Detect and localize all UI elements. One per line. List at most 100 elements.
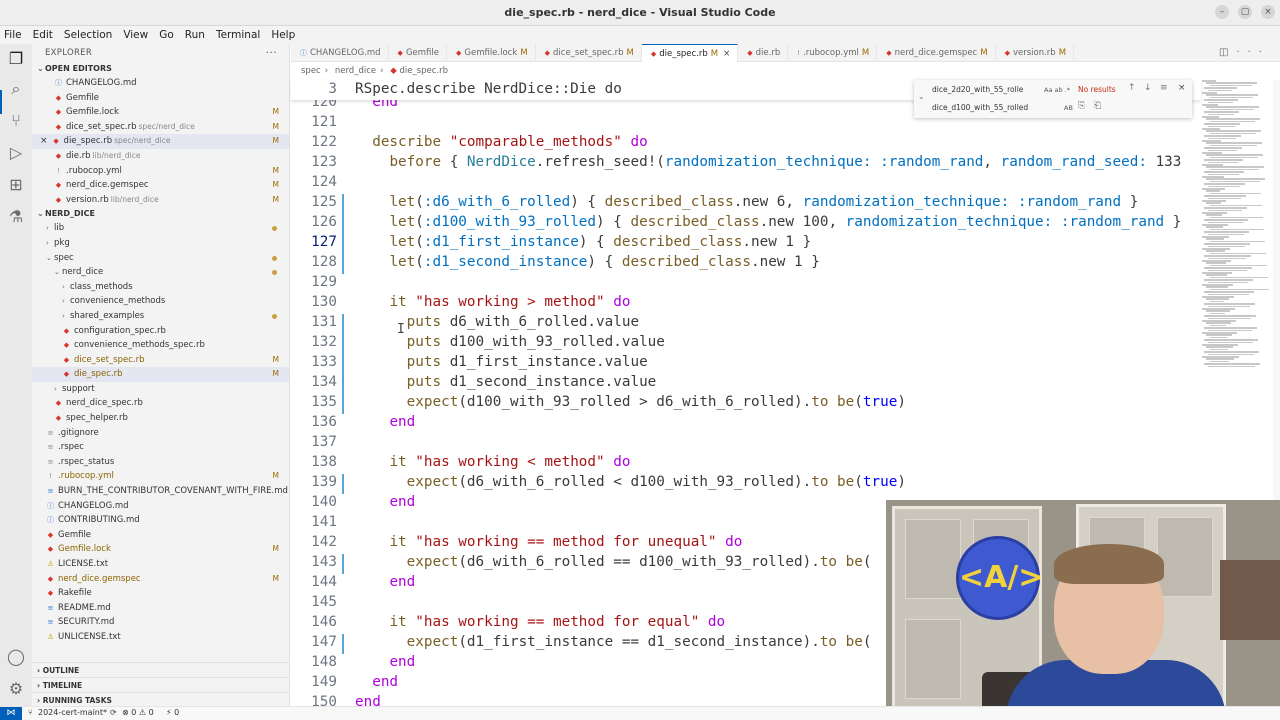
- project-header[interactable]: ⌄NERD_DICE: [32, 207, 289, 221]
- file-item[interactable]: ≡ .rspec_status: [32, 455, 289, 470]
- menu-terminal[interactable]: Terminal: [216, 29, 260, 41]
- file-item[interactable]: ≡ README.md: [32, 601, 289, 616]
- tab-nerd-dice-gemspec[interactable]: ◆ nerd_dice.gemspec M: [877, 44, 996, 62]
- open-editor-item[interactable]: ◆ version.rb lib/nerd_dice M: [32, 193, 289, 208]
- open-editor-item[interactable]: ◆ nerd_dice.gemspec M: [32, 178, 289, 193]
- file-item[interactable]: ♙ LICENSE.txt: [32, 557, 289, 572]
- minimap[interactable]: [1202, 80, 1272, 380]
- replace-input[interactable]: dice_d100_with_55_rolled: [930, 101, 1076, 115]
- minimap-line: [1204, 171, 1244, 173]
- folder-item[interactable]: › support: [32, 382, 289, 397]
- extensions-icon[interactable]: ⊞: [7, 176, 25, 194]
- sync-icon[interactable]: ⟳: [110, 708, 117, 717]
- previous-match-icon[interactable]: ↑: [1128, 83, 1136, 93]
- find-in-selection-icon[interactable]: ≡: [1160, 83, 1168, 93]
- menu-selection[interactable]: Selection: [64, 29, 112, 41]
- running-tasks-section[interactable]: › RUNNING TASKS: [32, 692, 289, 706]
- run-debug-icon[interactable]: ▷: [7, 144, 25, 162]
- folder-item[interactable]: ⌄ spec: [32, 251, 289, 266]
- close-editor-icon[interactable]: ×: [40, 136, 48, 146]
- file-item[interactable]: ⓘ CHANGELOG.md: [32, 499, 289, 514]
- open-editor-item[interactable]: ◆ Gemfile.lock M: [32, 105, 289, 120]
- open-editors-header[interactable]: ⌄OPEN EDITORS: [32, 62, 289, 76]
- file-item[interactable]: ≡ .gitignore: [32, 426, 289, 441]
- open-editor-item[interactable]: ◆ Gemfile: [32, 91, 289, 106]
- search-icon[interactable]: ⌕: [7, 80, 25, 98]
- tab-version-rb[interactable]: ◆ version.rb M: [996, 44, 1075, 62]
- menu-help[interactable]: Help: [271, 29, 295, 41]
- tab-gemfile[interactable]: ◆ Gemfile: [389, 44, 447, 62]
- file-item[interactable]: ≡ BURN_THE_CONTRIBUTOR_COVENANT_WITH_FIRE…: [32, 484, 289, 499]
- tab-dice-set-spec-rb[interactable]: ◆ dice_set_spec.rb M: [536, 44, 642, 62]
- menu-file[interactable]: File: [4, 29, 22, 41]
- file-item[interactable]: ◆ die_spec.rb M: [32, 367, 289, 382]
- line-number: 128: [311, 254, 337, 270]
- file-item[interactable]: ! .rubocop.yml M: [32, 469, 289, 484]
- toggle-replace-chevron-icon[interactable]: ⌄: [918, 92, 925, 101]
- code-line: let(:d100_with_93_rolled) { described_cl…: [389, 214, 1182, 230]
- file-item[interactable]: ◆ configuration_spec.rb: [32, 324, 289, 339]
- outline-section[interactable]: › OUTLINE: [32, 662, 289, 676]
- open-editor-item[interactable]: ◆ die.rb lib/nerd_dice: [32, 149, 289, 164]
- tab--rubocop-yml[interactable]: ! .rubocop.yml M: [788, 44, 878, 62]
- open-editor-item[interactable]: ◆ dice_set_spec.rb spec/nerd_dice M: [32, 120, 289, 135]
- tab-changelog-md[interactable]: ⓘ CHANGELOG.md: [291, 44, 389, 62]
- file-item[interactable]: ◆ Gemfile: [32, 528, 289, 543]
- file-item[interactable]: ◆ spec_helper.rb: [32, 411, 289, 426]
- folder-item[interactable]: › lib: [32, 221, 289, 236]
- tab-die-rb[interactable]: ◆ die.rb: [738, 44, 789, 62]
- file-item[interactable]: ♙ UNLICENSE.txt: [32, 630, 289, 645]
- menu-go[interactable]: Go: [159, 29, 174, 41]
- more-actions-icon[interactable]: ···: [266, 46, 277, 59]
- account-icon[interactable]: ◯: [7, 648, 25, 666]
- split-editor-icon[interactable]: ◫: [1219, 47, 1236, 58]
- preserve-case-option[interactable]: AB: [1064, 104, 1073, 112]
- breadcrumb-file[interactable]: die_spec.rb: [399, 66, 448, 76]
- replace-all-icon[interactable]: ⎗: [1094, 101, 1101, 111]
- minimap-line: [1208, 365, 1255, 368]
- maximize-button[interactable]: ▢: [1238, 5, 1252, 19]
- open-editor-item[interactable]: × ◆ die_spec.rb spec/nerd_dice M: [32, 134, 289, 149]
- find-options[interactable]: Aa ab .*: [1044, 86, 1070, 94]
- file-item[interactable]: ≡ .rspec: [32, 440, 289, 455]
- close-find-icon[interactable]: ×: [1178, 83, 1186, 93]
- next-match-icon[interactable]: ↓: [1144, 83, 1152, 93]
- source-control-icon[interactable]: ⑂: [7, 112, 25, 130]
- testing-icon[interactable]: ⚗: [7, 208, 25, 226]
- menu-edit[interactable]: Edit: [33, 29, 53, 41]
- more-editor-actions-icon[interactable]: ···: [1236, 47, 1270, 58]
- menu-run[interactable]: Run: [185, 29, 205, 41]
- folder-item[interactable]: › convenience_methods: [32, 294, 289, 309]
- file-item[interactable]: ◆ convenience_methods_spec.rb: [32, 338, 289, 353]
- open-editor-item[interactable]: ! .rubocop.yml M: [32, 164, 289, 179]
- timeline-section[interactable]: › TIMELINE: [32, 677, 289, 691]
- folder-item[interactable]: › shared_examples: [32, 309, 289, 324]
- file-item[interactable]: ◆ Rakefile: [32, 586, 289, 601]
- file-item[interactable]: ◆ nerd_dice_spec.rb: [32, 396, 289, 411]
- remote-icon[interactable]: ⋈: [0, 707, 22, 720]
- folder-item[interactable]: › class_methods: [32, 280, 289, 295]
- folder-item[interactable]: ⌄ nerd_dice: [32, 265, 289, 280]
- tab-gemfile-lock[interactable]: ◆ Gemfile.lock M: [447, 44, 536, 62]
- breadcrumb-nerd-dice[interactable]: nerd_dice: [335, 66, 376, 76]
- problems-indicator[interactable]: ⊗ 0 ⚠ 0: [122, 708, 154, 717]
- folder-item[interactable]: › pkg: [32, 236, 289, 251]
- close-window-button[interactable]: ×: [1261, 5, 1275, 19]
- file-item[interactable]: ⓘ CONTRIBUTING.md: [32, 513, 289, 528]
- file-item[interactable]: ◆ Gemfile.lock M: [32, 542, 289, 557]
- tab-die-spec-rb[interactable]: ◆ die_spec.rb M ×: [641, 44, 739, 62]
- close-tab-icon[interactable]: ×: [723, 49, 730, 59]
- explorer-icon[interactable]: ❐: [7, 50, 25, 68]
- file-item[interactable]: ◆ dice_set_spec.rb M: [32, 353, 289, 368]
- file-item[interactable]: ≡ SECURITY.md: [32, 615, 289, 630]
- settings-gear-icon[interactable]: ⚙: [7, 680, 25, 698]
- minimize-button[interactable]: –: [1215, 5, 1229, 19]
- open-editor-item[interactable]: ⓘ CHANGELOG.md: [32, 76, 289, 91]
- file-item[interactable]: ◆ nerd_dice.gemspec M: [32, 572, 289, 587]
- line-number: 134: [311, 374, 337, 390]
- breadcrumb-spec[interactable]: spec: [301, 66, 321, 76]
- ports-indicator[interactable]: ⚡ 0: [166, 708, 179, 717]
- menu-view[interactable]: View: [123, 29, 148, 41]
- replace-icon[interactable]: ⎘: [1078, 101, 1085, 111]
- branch-name[interactable]: 2024-cert-maint*: [38, 708, 107, 717]
